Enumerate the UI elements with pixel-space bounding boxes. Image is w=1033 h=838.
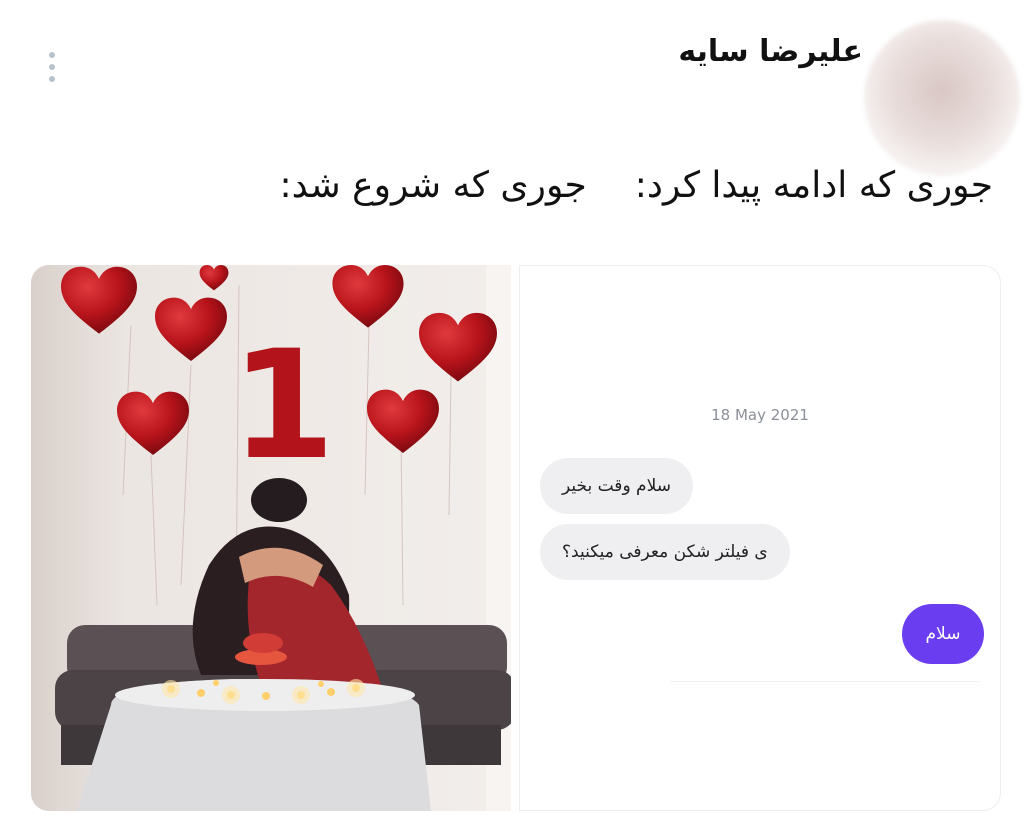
author-name[interactable]: علیرضا سایه [678,34,863,69]
celebration-photo-illustration: 1 [31,265,511,811]
tweet-text-part-1: جوری که ادامه پیدا کرد: [634,165,993,206]
chat-screenshot[interactable]: 18 May 2021 سلام وقت بخیر ی فیلتر شکن مع… [519,265,1001,811]
incoming-message: سلام وقت بخیر [540,458,693,514]
more-vertical-icon [42,52,62,82]
avatar[interactable] [864,20,1020,176]
celebration-photo[interactable]: 1 [31,265,511,811]
number-balloon: 1 [231,319,335,493]
incoming-message: ی فیلتر شکن معرفی میکنید؟ [540,524,790,580]
outgoing-message: سلام [902,604,984,664]
tweet-text-part-2: جوری که شروع شد: [279,165,587,206]
chat-date: 18 May 2021 [711,406,809,424]
divider [670,681,980,682]
more-options-button[interactable] [42,52,62,92]
media-container[interactable]: 1 18 May 2021 سلام وقت بخیر ی فیلتر شکن … [31,265,1001,811]
tweet-text: جوری که ادامه پیدا کرد: جوری که شروع شد: [280,165,993,206]
